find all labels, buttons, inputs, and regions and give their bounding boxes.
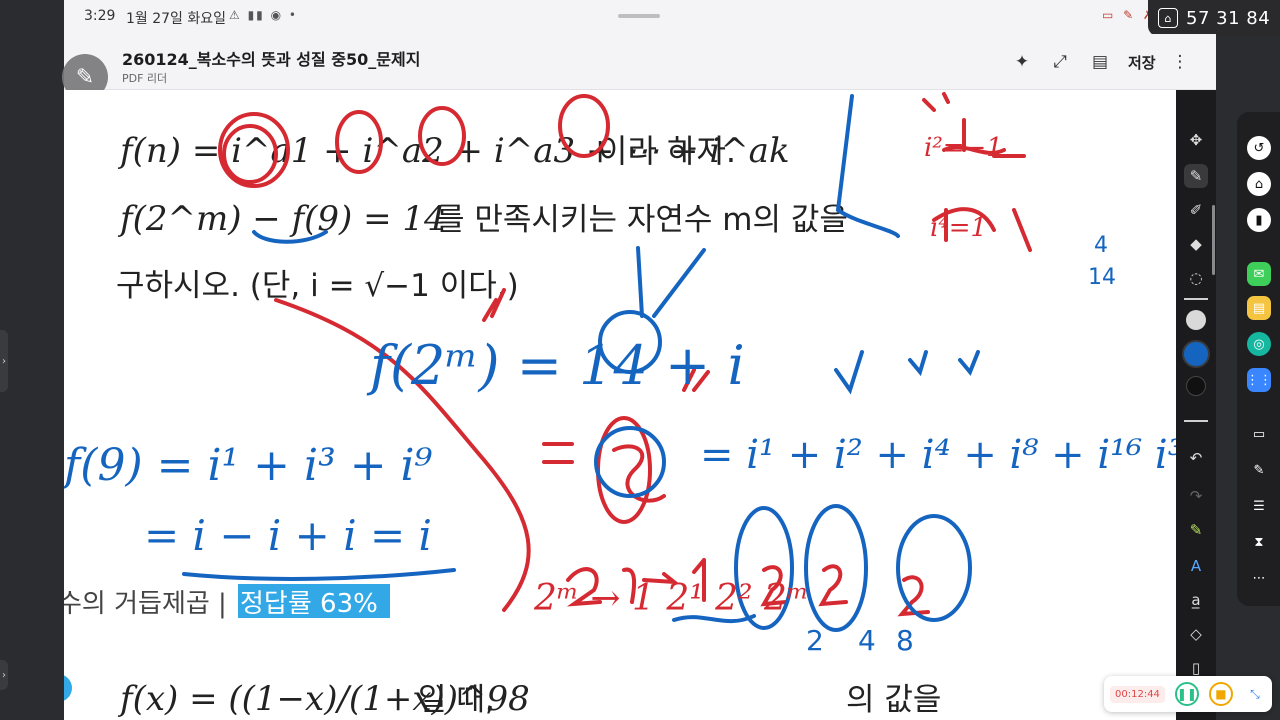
- document-subtitle: PDF 리더: [122, 72, 168, 85]
- bottom-number-8: 8: [896, 624, 914, 657]
- color-swatch-gray[interactable]: [1186, 310, 1206, 330]
- red-two-b: [818, 564, 848, 607]
- status-icons: ⚠ ▮▮ ◉ •: [229, 8, 298, 22]
- shapes-icon[interactable]: ◇: [1184, 622, 1208, 646]
- redo-icon[interactable]: ↷: [1184, 484, 1208, 508]
- messenger-app[interactable]: ✉: [1247, 262, 1271, 286]
- blue-circle-i1: [594, 426, 666, 498]
- problem-line2-math: f(2^m) − f(9) = 14: [117, 199, 446, 239]
- handwriting-f9-line2: = i − i + i = i: [144, 511, 432, 560]
- next-problem-text2: 의 값을: [846, 682, 941, 718]
- scrollbar-thumb[interactable]: [1212, 205, 1215, 275]
- left-edge-handle[interactable]: ›: [0, 330, 8, 392]
- problem-number-badge: [64, 675, 72, 701]
- side-note-4: 4: [1094, 233, 1108, 258]
- highlighter-icon[interactable]: ✐: [1184, 198, 1208, 222]
- document-search-icon[interactable]: ▤: [1088, 50, 1112, 74]
- blue-bracket-top: [835, 94, 900, 238]
- sparkle-icon[interactable]: ✦: [1010, 50, 1034, 74]
- handwriting-expansion: = i¹ + i² + i⁴ + i⁸ + i¹⁶ i³ i: [700, 432, 1176, 478]
- expand-icon[interactable]: ⤢: [1048, 50, 1072, 74]
- toolbar-divider: [1184, 298, 1208, 300]
- app-header: 260124_복소수의 뜻과 성질 중50_문제지 PDF 리더 ✦ ⤢ ▤ 저…: [64, 34, 1216, 90]
- red-equals: [542, 442, 574, 464]
- undo-icon[interactable]: ↶: [1184, 446, 1208, 470]
- status-date: 1월 27일 화요일: [126, 11, 227, 27]
- timer-value: 57 31 84: [1186, 7, 1271, 29]
- problem-line1-text: 이라 하자.: [598, 132, 736, 170]
- red-circle-i1: [596, 416, 652, 524]
- timer-icon: ⌂: [1158, 8, 1178, 28]
- document-title: 260124_복소수의 뜻과 성질 중50_문제지: [122, 50, 421, 69]
- pen-icon[interactable]: ✎: [1184, 164, 1208, 188]
- lasso-icon[interactable]: ◌: [1184, 266, 1208, 290]
- recording-elapsed: 00:12:44: [1110, 685, 1165, 703]
- text-color-icon[interactable]: A: [1184, 554, 1208, 578]
- drag-handle[interactable]: [618, 14, 660, 18]
- red-two-m: [897, 575, 930, 617]
- blue-circle-2-m: [896, 514, 972, 622]
- timer-overlay[interactable]: ⌂ 57 31 84: [1148, 0, 1280, 36]
- color-swatch-blue[interactable]: [1182, 340, 1210, 368]
- status-time: 3:29: [84, 8, 116, 24]
- left-margin: [0, 0, 64, 720]
- answer-rate: 정답률 63%: [240, 589, 378, 619]
- side-note-i2: i²=−1: [924, 133, 1003, 163]
- handwriting-powers: 2ᵐ → 1 2¹ 2² 2ᵐ: [533, 578, 809, 619]
- notes-app[interactable]: ▤: [1247, 296, 1271, 320]
- camera-app[interactable]: ◎: [1247, 332, 1271, 356]
- handwriting-f9-line1: f(9) = i¹ + i³ + i⁹: [64, 440, 433, 491]
- home-icon[interactable]: ⌂: [1247, 172, 1271, 196]
- pause-icon[interactable]: ❚❚: [1174, 682, 1199, 706]
- blue-annotations: f(2ᵐ) = 14 + i f(9) = i¹ + i³ + i⁹ = i −…: [64, 94, 1176, 657]
- page-canvas: f(n) = i^a1 + i^a2 + i^a3 + ⋯ + i^ak 이라 …: [64, 92, 1176, 719]
- back-icon[interactable]: ↺: [1247, 136, 1271, 160]
- red-i1-scribble: [612, 444, 666, 503]
- handwriting-f2m: f(2ᵐ) = 14 + i: [366, 334, 745, 397]
- move-icon[interactable]: ✥: [1184, 128, 1208, 152]
- red-top-marks: [922, 92, 950, 112]
- grid-app[interactable]: ⋮⋮: [1246, 368, 1272, 392]
- stop-icon[interactable]: ■: [1208, 682, 1233, 706]
- pdf-page[interactable]: f(n) = i^a1 + i^a2 + i^a3 + ⋯ + i^ak 이라 …: [64, 90, 1176, 720]
- problem-line2-text: 를 만족시키는 자연수 m의 값을: [436, 202, 848, 238]
- bottom-number-2: 2: [806, 624, 824, 657]
- minimize-icon[interactable]: ⤡: [1243, 682, 1267, 706]
- recents-icon[interactable]: ▮: [1247, 208, 1271, 232]
- text-size-icon[interactable]: a̲: [1184, 588, 1208, 612]
- blue-pointer-line-2: [636, 246, 644, 318]
- recording-controls: 00:12:44 ❚❚ ■ ⤡: [1104, 676, 1272, 712]
- problem-line3-text: 구하시오. (단, i = √−1 이다.): [116, 268, 519, 304]
- side-note-i4: i⁴=1: [930, 213, 987, 243]
- blue-pointer-line: [652, 248, 706, 318]
- more-vertical-icon[interactable]: ⋮: [1168, 50, 1192, 74]
- status-bar: 3:29 1월 27일 화요일 ⚠ ▮▮ ◉ • ▭ ✎ ✗: [64, 0, 1216, 34]
- color-swatch-black[interactable]: [1186, 376, 1206, 396]
- save-button[interactable]: 저장: [1128, 52, 1156, 73]
- screen-icon[interactable]: ▭: [1247, 422, 1271, 446]
- more-icon[interactable]: ⋯: [1247, 566, 1271, 590]
- edit-icon[interactable]: ✎: [1247, 458, 1271, 482]
- marker-icon[interactable]: ✎: [1184, 518, 1208, 542]
- bottom-number-4: 4: [858, 624, 876, 657]
- eraser-icon[interactable]: ◆: [1184, 232, 1208, 256]
- layers-icon[interactable]: ☰: [1247, 494, 1271, 518]
- blue-underline-f9-result: [182, 568, 456, 581]
- side-note-14: 14: [1088, 265, 1116, 290]
- hourglass-icon[interactable]: ⧗: [1247, 530, 1271, 554]
- pencil-icon: ✎: [75, 64, 95, 90]
- blue-ticks: [834, 350, 980, 395]
- left-edge-handle-2[interactable]: ›: [0, 660, 8, 690]
- next-problem-text1: 일 때,: [418, 682, 495, 718]
- next-problem-tag: 수의 거듭제곱 |: [64, 589, 227, 619]
- toolbar-divider-2: [1184, 420, 1208, 422]
